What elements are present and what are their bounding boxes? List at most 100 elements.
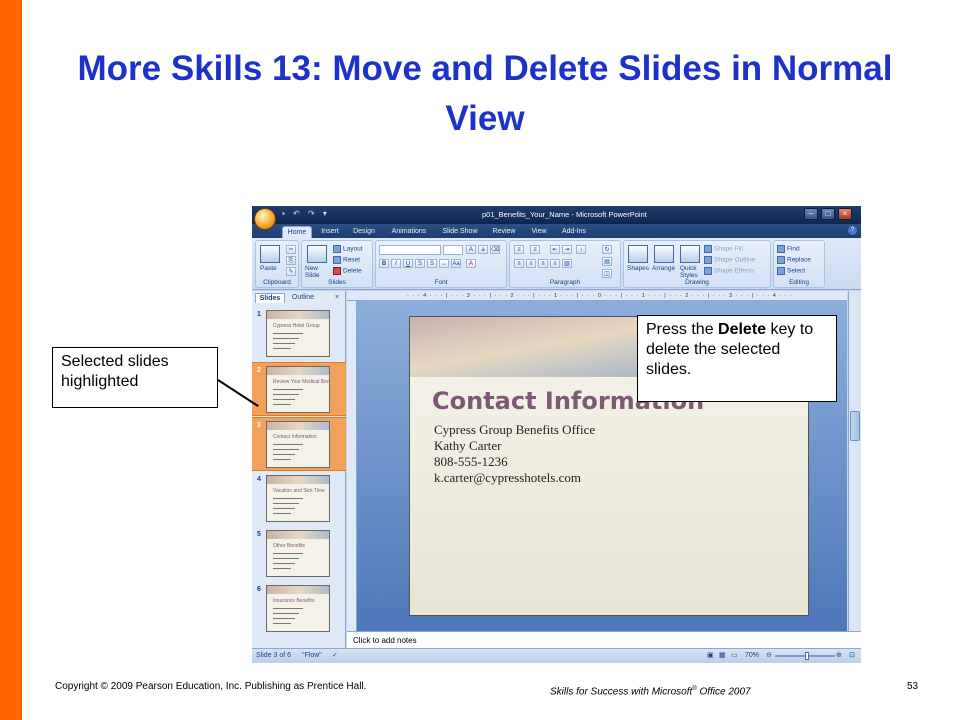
- new-slide-icon[interactable]: [307, 245, 327, 263]
- layout-button[interactable]: Layout: [333, 245, 363, 253]
- arrange-icon[interactable]: [654, 245, 674, 263]
- tab-insert[interactable]: Insert: [316, 226, 344, 238]
- slide-thumbnail[interactable]: Vacation and Sick Time: [266, 475, 330, 522]
- tab-home[interactable]: Home: [282, 226, 312, 238]
- slide-thumbnail-row[interactable]: 5 Other Benefits: [252, 527, 346, 581]
- font-color-icon[interactable]: A: [466, 259, 476, 268]
- line-spacing-icon[interactable]: ↕: [576, 245, 586, 254]
- layout-label: Layout: [343, 245, 363, 253]
- slide-thumbnail[interactable]: Cypress Hotel Group: [266, 310, 330, 357]
- change-case-icon[interactable]: Aa: [451, 259, 461, 268]
- find-button[interactable]: Find: [777, 245, 800, 253]
- quick-styles-button[interactable]: Quick Styles: [680, 265, 700, 279]
- slide-thumbnail[interactable]: Contact Information: [266, 421, 330, 468]
- minimize-icon[interactable]: –: [804, 208, 818, 220]
- slide-body-line[interactable]: 808-555-1236: [434, 454, 508, 470]
- zoom-in-icon[interactable]: ⊕: [836, 649, 842, 663]
- tab-design[interactable]: Design: [350, 226, 378, 238]
- callout-selected-slides: Selected slides highlighted: [52, 347, 218, 408]
- shape-effects-button[interactable]: Shape Effects: [704, 267, 754, 275]
- tab-slides[interactable]: Slides: [255, 293, 285, 303]
- maximize-icon[interactable]: □: [821, 208, 835, 220]
- paste-icon[interactable]: [260, 245, 280, 263]
- slide-body-line[interactable]: k.carter@cypresshotels.com: [434, 470, 581, 486]
- spell-check-icon[interactable]: ✓: [332, 649, 338, 663]
- format-painter-icon[interactable]: ✎: [286, 267, 296, 276]
- underline-icon[interactable]: U: [403, 259, 413, 268]
- zoom-out-icon[interactable]: ⊖: [766, 649, 772, 663]
- cut-icon[interactable]: ✂: [286, 245, 296, 254]
- slides-label: Slides: [328, 279, 346, 286]
- numbering-icon[interactable]: ≡: [530, 245, 540, 254]
- shape-effects-label: Shape Effects: [714, 267, 755, 275]
- fit-to-window-icon[interactable]: ⊡: [849, 649, 855, 663]
- decrease-indent-icon[interactable]: ⇤: [550, 245, 560, 254]
- bullets-icon[interactable]: ≡: [514, 245, 524, 254]
- select-button[interactable]: Select: [777, 267, 805, 275]
- slide-sorter-icon[interactable]: ▦: [719, 649, 726, 663]
- bold-icon[interactable]: B: [379, 259, 389, 268]
- close-pane-icon[interactable]: ×: [332, 293, 342, 303]
- close-icon[interactable]: ×: [838, 208, 852, 220]
- slide-thumbnail-row[interactable]: 4 Vacation and Sick Time: [252, 472, 346, 526]
- shape-outline-button[interactable]: Shape Outline: [704, 256, 755, 264]
- thumbnail-text-line: [273, 613, 299, 614]
- grow-font-icon[interactable]: A: [466, 245, 476, 254]
- office-button[interactable]: [254, 208, 276, 230]
- shrink-font-icon[interactable]: a: [478, 245, 488, 254]
- align-text-icon[interactable]: ▤: [602, 257, 612, 266]
- align-right-icon[interactable]: ≡: [538, 259, 548, 268]
- spacing-icon[interactable]: ↔: [439, 259, 449, 268]
- tab-view[interactable]: View: [526, 226, 552, 238]
- vertical-scrollbar[interactable]: [848, 291, 861, 631]
- tab-review[interactable]: Review: [489, 226, 519, 238]
- help-icon[interactable]: ?: [848, 226, 857, 235]
- reset-button[interactable]: Reset: [333, 256, 360, 264]
- smartart-icon[interactable]: ◫: [602, 269, 612, 278]
- slide-body-line[interactable]: Cypress Group Benefits Office: [434, 422, 595, 438]
- shapes-icon[interactable]: [628, 245, 648, 263]
- clear-formatting-icon[interactable]: ⌫: [490, 245, 500, 254]
- tab-outline[interactable]: Outline: [287, 293, 319, 303]
- slide-thumbnail[interactable]: Insurance Benefits: [266, 585, 330, 632]
- justify-icon[interactable]: ≡: [550, 259, 560, 268]
- text-direction-icon[interactable]: ↻: [602, 245, 612, 254]
- replace-button[interactable]: Replace: [777, 256, 811, 264]
- font-name-box[interactable]: [379, 245, 441, 255]
- slide-thumbnail[interactable]: Other Benefits: [266, 530, 330, 577]
- tab-add-ins[interactable]: Add-Ins: [558, 226, 590, 238]
- zoom-level[interactable]: 70%: [745, 649, 759, 663]
- increase-indent-icon[interactable]: ⇥: [562, 245, 572, 254]
- font-size-box[interactable]: [443, 245, 463, 255]
- slide-thumbnail-row[interactable]: 2 Review Your Medical Benefits Early: [252, 362, 346, 416]
- scrollbar-thumb[interactable]: [850, 411, 860, 441]
- slide-thumbnail-row[interactable]: 1 Cypress Hotel Group: [252, 307, 346, 361]
- horizontal-ruler: · · · 4 · · · | · · · 3 · · · | · · · 2 …: [347, 291, 847, 301]
- copy-icon[interactable]: ⎘: [286, 256, 296, 265]
- slide-thumbnail[interactable]: Review Your Medical Benefits Early: [266, 366, 330, 413]
- tab-animations[interactable]: Animations: [387, 226, 431, 238]
- align-left-icon[interactable]: ≡: [514, 259, 524, 268]
- columns-icon[interactable]: ▥: [562, 259, 572, 268]
- new-slide-button[interactable]: New Slide: [305, 265, 331, 279]
- quick-styles-icon[interactable]: [680, 245, 700, 263]
- slide-show-icon[interactable]: ▭: [731, 649, 738, 663]
- shape-fill-button[interactable]: Shape Fill: [704, 245, 743, 253]
- italic-icon[interactable]: I: [391, 259, 401, 268]
- reset-icon: [333, 256, 341, 264]
- slide-thumbnail-row[interactable]: 3 Contact Information: [252, 417, 346, 471]
- delete-slide-button[interactable]: Delete: [333, 267, 362, 275]
- slide-thumbnail-row[interactable]: 6 Insurance Benefits: [252, 582, 346, 636]
- paste-button[interactable]: Paste: [260, 265, 277, 272]
- tab-slide-show[interactable]: Slide Show: [440, 226, 480, 238]
- shapes-button[interactable]: Shapes: [627, 265, 649, 272]
- quick-access-toolbar[interactable]: ▪ ↶ ↷ ▾: [282, 209, 342, 221]
- notes-pane[interactable]: Click to add notes: [347, 631, 861, 648]
- arrange-button[interactable]: Arrange: [652, 265, 675, 272]
- slide-body-line[interactable]: Kathy Carter: [434, 438, 502, 454]
- zoom-slider-thumb[interactable]: [805, 652, 809, 660]
- normal-view-icon[interactable]: ▣: [707, 649, 714, 663]
- strikethrough-icon[interactable]: S: [415, 259, 425, 268]
- align-center-icon[interactable]: ≡: [526, 259, 536, 268]
- shadow-icon[interactable]: S: [427, 259, 437, 268]
